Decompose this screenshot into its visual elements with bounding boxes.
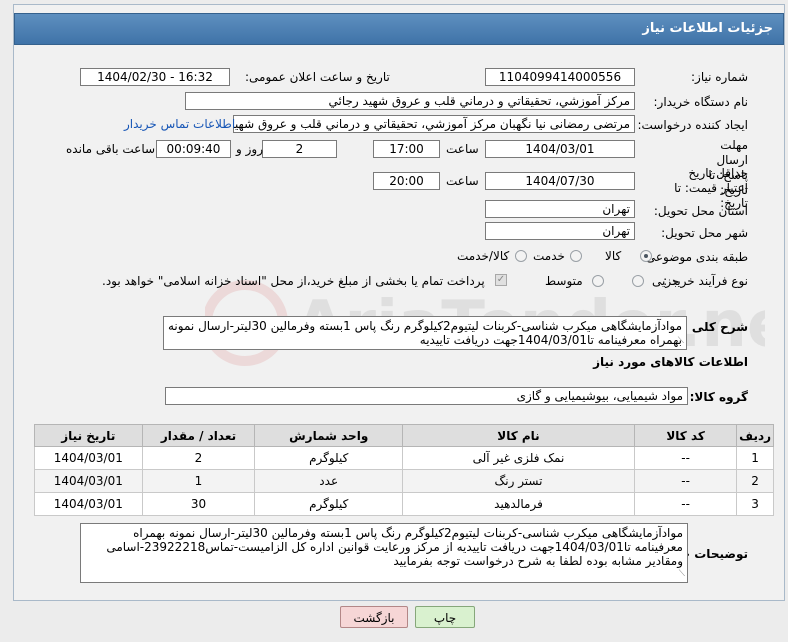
print-button[interactable]: چاپ	[415, 606, 475, 628]
col-code: کد کالا	[633, 424, 738, 447]
cell-unit: کیلوگرم	[254, 446, 404, 470]
resize-grip-icon[interactable]: ⟋	[678, 334, 684, 348]
cell-date: 1404/03/01	[34, 446, 143, 470]
description-text: موادآزمایشگاهی میکرب شناسی-کربنات لیتیوم…	[164, 319, 682, 347]
category-label: طبقه بندی موضوعی:	[641, 250, 748, 264]
table-row: 1 -- نمک فلزی غیر آلی کیلوگرم 2 1404/03/…	[34, 446, 774, 470]
cell-name: فرمالدهید	[402, 492, 635, 516]
category-radio-goods[interactable]	[640, 250, 652, 262]
col-date: تاریخ نیاز	[34, 424, 143, 447]
buyer-org-label: نام دستگاه خریدار:	[653, 95, 749, 109]
remaining-label: ساعت باقی مانده	[66, 142, 156, 156]
process-radio-medium[interactable]	[592, 275, 604, 287]
requester-label: ایجاد کننده درخواست:	[637, 118, 748, 132]
cell-row: 1	[736, 446, 774, 470]
requester-field: مرتضی رمضانی نیا نگهبان مرکز آموزشي، تحق…	[233, 115, 635, 133]
buyer-notes-textarea[interactable]: موادآزمایشگاهی میکرب شناسی-کربنات لیتیوم…	[80, 523, 688, 583]
col-name: نام کالا	[402, 424, 635, 447]
announce-field: 1404/02/30 - 16:32	[80, 68, 230, 86]
days-field: 2	[262, 140, 337, 158]
validity-time-field: 20:00	[373, 172, 440, 190]
table-row: 3 -- فرمالدهید کیلوگرم 30 1404/03/01	[34, 492, 774, 516]
goods-table-header: ردیف کد کالا نام کالا واحد شمارش تعداد /…	[34, 424, 774, 447]
goods-table: ردیف کد کالا نام کالا واحد شمارش تعداد /…	[34, 424, 774, 516]
validity-time-label: ساعت	[446, 174, 479, 188]
cell-code: --	[633, 469, 738, 493]
process-option-minor: جزیی	[652, 274, 680, 288]
need-number-label: شماره نیاز:	[691, 70, 748, 84]
cell-qty: 2	[141, 446, 256, 470]
cell-qty: 1	[141, 469, 256, 493]
category-option-service: خدمت	[533, 249, 565, 263]
payment-checkbox[interactable]: ✓	[495, 274, 507, 286]
cell-code: --	[633, 492, 738, 516]
goods-section-title: اطلاعات کالاهای مورد نیاز	[593, 355, 748, 369]
category-radio-service[interactable]	[570, 250, 582, 262]
reply-time-field: 17:00	[373, 140, 440, 158]
table-row: 2 -- تستر رنگ عدد 1 1404/03/01	[34, 469, 774, 493]
announce-label: تاریخ و ساعت اعلان عمومی:	[245, 70, 390, 84]
cell-row: 3	[736, 492, 774, 516]
cell-code: --	[633, 446, 738, 470]
buyer-org-field: مرکز آموزشي، تحقيقاتي و درماني قلب و عرو…	[185, 92, 635, 110]
goods-group-label: گروه کالا:	[689, 390, 748, 404]
cell-date: 1404/03/01	[34, 492, 143, 516]
process-option-medium: متوسط	[545, 274, 583, 288]
cell-date: 1404/03/01	[34, 469, 143, 493]
category-option-goods: کالا	[605, 249, 622, 263]
buyer-notes-text: موادآزمایشگاهی میکرب شناسی-کربنات لیتیوم…	[102, 526, 683, 568]
remaining-time-field: 00:09:40	[156, 140, 231, 158]
days-label: روز و	[236, 142, 263, 156]
cell-unit: عدد	[254, 469, 404, 493]
payment-note: پرداخت تمام یا بخشی از مبلغ خرید،از محل …	[102, 274, 485, 288]
buyer-contact-link[interactable]: اطلاعات تماس خریدار	[124, 117, 235, 131]
resize-grip-icon[interactable]: ⟋	[679, 567, 685, 581]
description-textarea[interactable]: موادآزمایشگاهی میکرب شناسی-کربنات لیتیوم…	[163, 316, 687, 350]
category-radio-goods-service[interactable]	[515, 250, 527, 262]
cell-qty: 30	[141, 492, 256, 516]
cell-name: نمک فلزی غیر آلی	[402, 446, 635, 470]
reply-date-field: 1404/03/01	[485, 140, 635, 158]
cell-unit: کیلوگرم	[254, 492, 404, 516]
province-field: تهران	[485, 200, 635, 218]
province-label: استان محل تحویل:	[653, 204, 748, 218]
cell-row: 2	[736, 469, 774, 493]
col-unit: واحد شمارش	[254, 424, 404, 447]
col-qty: تعداد / مقدار	[141, 424, 256, 447]
col-row: ردیف	[736, 424, 774, 447]
city-label: شهر محل تحویل:	[661, 226, 748, 240]
need-number-field: 1104099414000556	[485, 68, 635, 86]
window-title: جزئیات اطلاعات نیاز	[642, 21, 773, 36]
validity-date-field: 1404/07/30	[485, 172, 635, 190]
process-radio-minor[interactable]	[632, 275, 644, 287]
back-button[interactable]: بازگشت	[340, 606, 408, 628]
reply-time-label: ساعت	[446, 142, 479, 156]
category-option-goods-service: کالا/خدمت	[457, 249, 510, 263]
cell-name: تستر رنگ	[402, 469, 635, 493]
title-bar: جزئیات اطلاعات نیاز	[14, 13, 784, 45]
goods-group-field: مواد شیمیایی، بیوشیمیایی و گازی	[165, 387, 688, 405]
city-field: تهران	[485, 222, 635, 240]
